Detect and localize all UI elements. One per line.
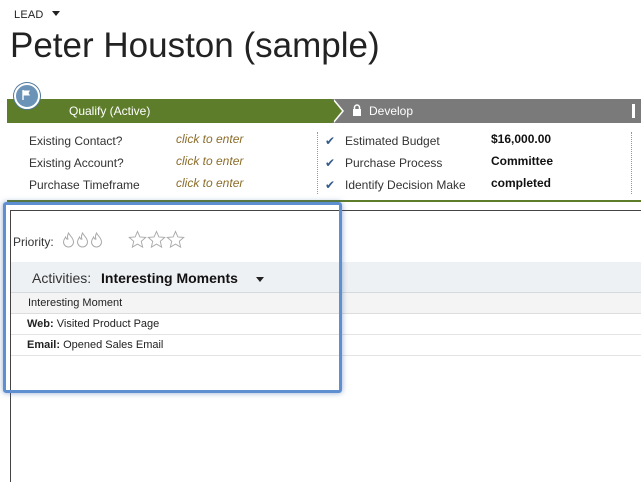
field-label-decision-maker: Identify Decision Make <box>345 178 465 192</box>
field-label-existing-account: Existing Account? <box>29 156 124 170</box>
field-label-purchase-timeframe: Purchase Timeframe <box>29 178 140 192</box>
activities-label: Activities: <box>32 270 92 286</box>
lock-icon <box>352 104 362 122</box>
star-icon[interactable] <box>166 230 185 249</box>
flame-icon[interactable] <box>76 232 89 248</box>
stage-qualify-label: Qualify (Active) <box>69 104 151 118</box>
flame-icon[interactable] <box>62 232 75 248</box>
checkmark-icon: ✔ <box>325 156 336 170</box>
field-divider <box>317 132 318 194</box>
field-label-existing-contact: Existing Contact? <box>29 134 123 148</box>
activity-text: Visited Product Page <box>56 318 160 330</box>
field-label-estimated-budget: Estimated Budget <box>345 134 440 148</box>
stage-arrow <box>332 99 342 123</box>
field-label-purchase-process: Purchase Process <box>345 156 443 170</box>
field-value-estimated-budget[interactable]: $16,000.00 <box>491 132 551 146</box>
page-title: Peter Houston (sample) <box>10 26 380 65</box>
field-divider-right <box>631 132 632 194</box>
flag-icon <box>14 83 40 109</box>
chevron-down-icon <box>51 11 60 16</box>
table-row[interactable]: Web: Visited Product Page <box>11 314 641 335</box>
table-row[interactable]: Email: Opened Sales Email <box>11 335 641 356</box>
activity-type: Web: <box>27 318 54 330</box>
activities-filter-dropdown[interactable]: Interesting Moments <box>101 270 238 286</box>
process-stage-bar: Qualify (Active) Develop <box>7 99 641 123</box>
activity-text: Opened Sales Email <box>63 339 164 351</box>
field-value-decision-maker[interactable]: completed <box>491 176 551 190</box>
activity-type: Email: <box>27 339 61 351</box>
field-value-purchase-process[interactable]: Committee <box>491 154 553 168</box>
stage-develop-label[interactable]: Develop <box>369 104 413 118</box>
stage-qualify[interactable]: Qualify (Active) <box>7 99 332 123</box>
activities-column-header: Interesting Moment <box>11 293 641 314</box>
checkmark-icon: ✔ <box>325 178 336 192</box>
stage-bar-end <box>632 104 635 118</box>
entity-type-label: LEAD <box>14 9 44 21</box>
priority-flames[interactable] <box>62 232 103 248</box>
entity-type-dropdown[interactable]: LEAD <box>14 9 60 21</box>
column-header-label: Interesting Moment <box>28 297 123 309</box>
flame-icon[interactable] <box>90 232 103 248</box>
priority-stars[interactable] <box>128 230 185 249</box>
field-input-purchase-timeframe[interactable]: click to enter <box>176 176 243 190</box>
stage-fields-border <box>7 200 641 202</box>
star-icon[interactable] <box>128 230 147 249</box>
priority-label: Priority: <box>13 235 54 249</box>
field-input-existing-account[interactable]: click to enter <box>176 154 243 168</box>
field-input-existing-contact[interactable]: click to enter <box>176 132 243 146</box>
chevron-down-icon[interactable] <box>256 277 264 282</box>
checkmark-icon: ✔ <box>325 134 336 148</box>
star-icon[interactable] <box>147 230 166 249</box>
